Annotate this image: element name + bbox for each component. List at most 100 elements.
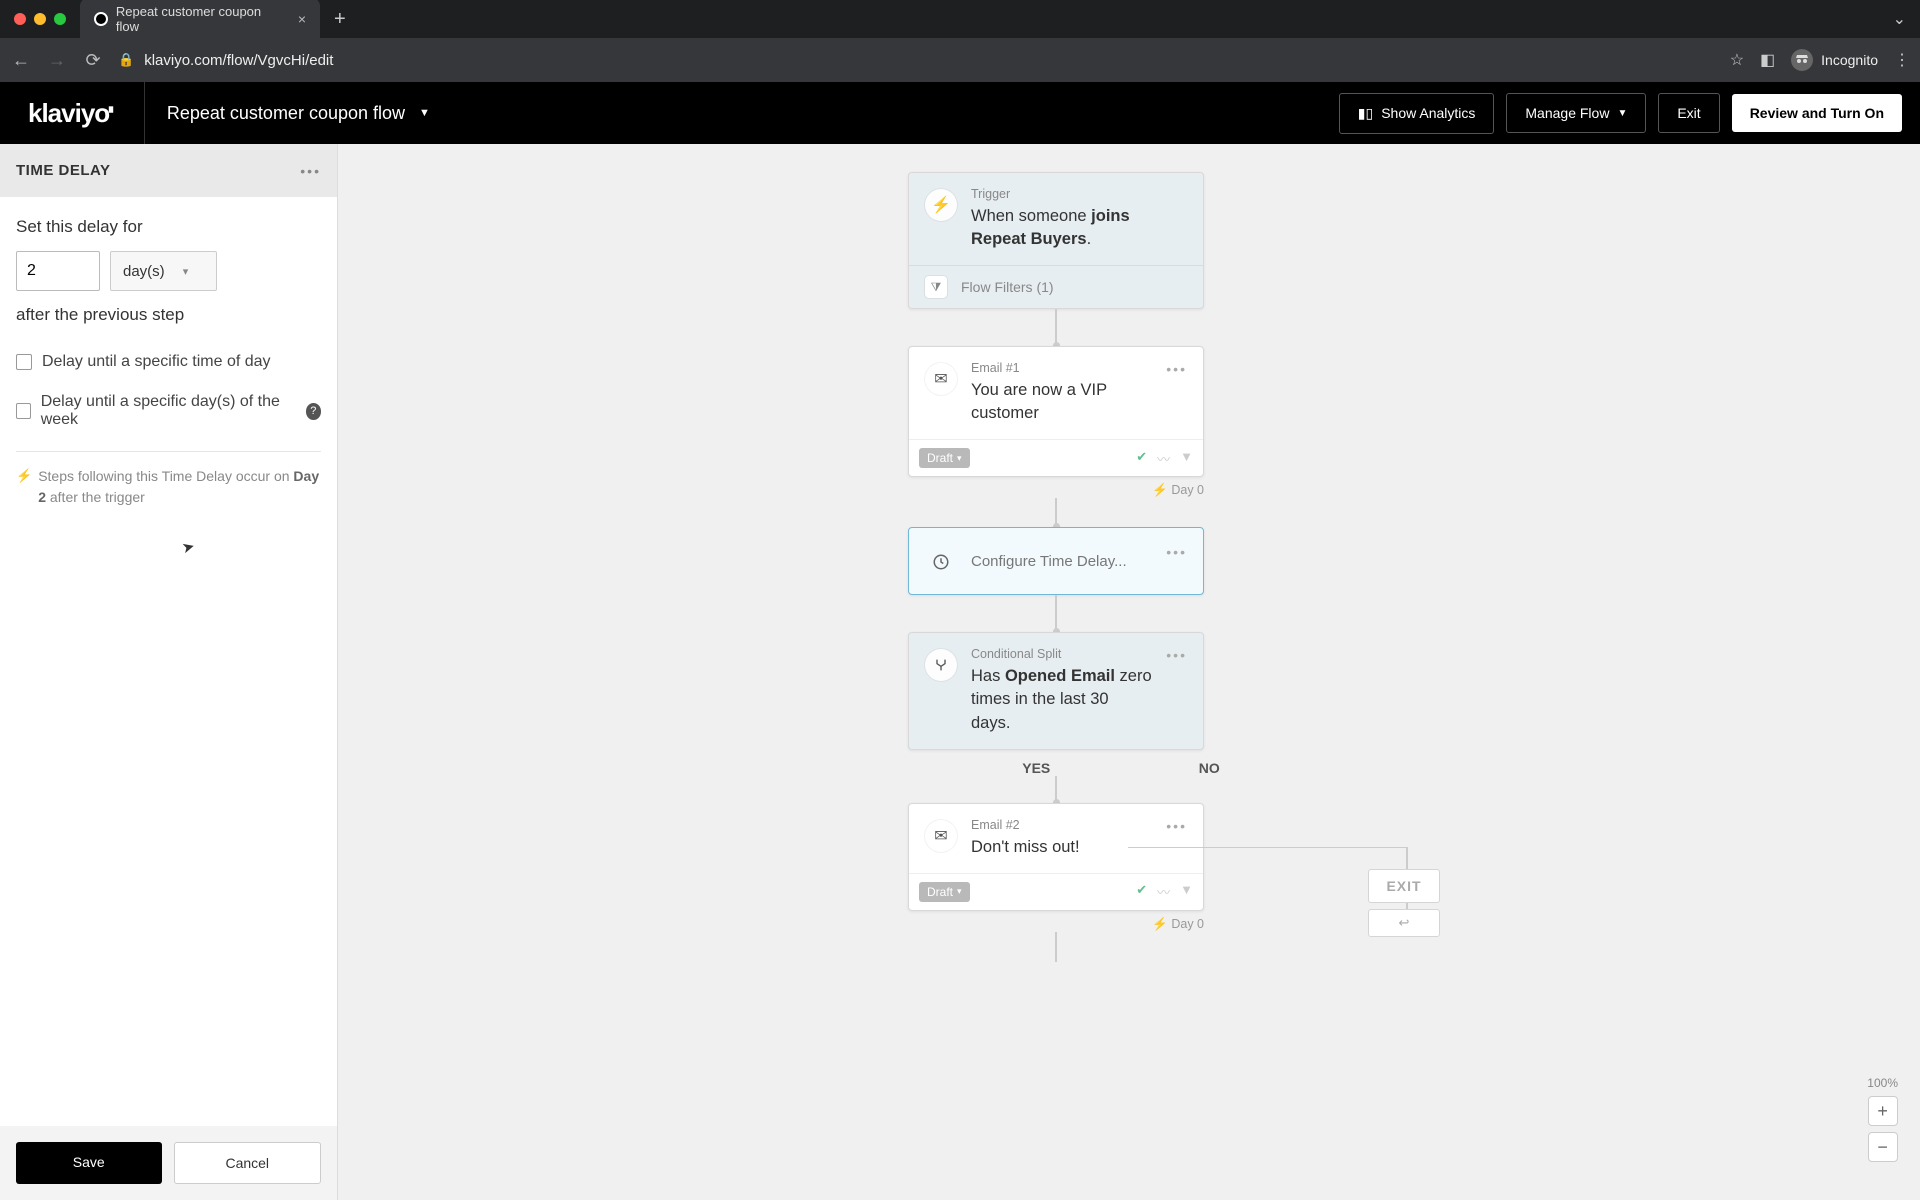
card-menu-icon[interactable]: •••	[1166, 544, 1187, 560]
close-window-icon[interactable]	[14, 13, 26, 25]
address-bar[interactable]: 🔒 klaviyo.com/flow/VgvcHi/edit	[118, 52, 1716, 69]
divider	[16, 451, 321, 452]
delay-unit-label: day(s)	[123, 263, 165, 280]
maximize-window-icon[interactable]	[54, 13, 66, 25]
delay-unit-select[interactable]: day(s)	[110, 251, 217, 291]
filter-icon[interactable]: ▼	[1180, 449, 1193, 468]
delay-label: Set this delay for	[16, 217, 321, 237]
browser-tab[interactable]: Repeat customer coupon flow ×	[80, 0, 320, 40]
delay-time-of-day-option[interactable]: Delay until a specific time of day	[16, 353, 321, 371]
card-label: Email #2	[971, 818, 1152, 832]
save-button[interactable]: Save	[16, 1142, 162, 1184]
manage-flow-button[interactable]: Manage Flow ▼	[1506, 93, 1646, 133]
activity-icon[interactable]: 〰	[1157, 882, 1170, 901]
card-label: Trigger	[971, 187, 1187, 201]
exit-node[interactable]: EXIT ↩	[1368, 869, 1440, 937]
flow-name: Repeat customer coupon flow	[167, 103, 405, 124]
bookmark-icon[interactable]: ☆	[1730, 50, 1744, 70]
zoom-out-button[interactable]: −	[1868, 1132, 1898, 1162]
email-subject: You are now a VIP customer	[971, 379, 1152, 425]
time-delay-card[interactable]: Configure Time Delay... •••	[908, 527, 1204, 595]
zoom-percent: 100%	[1867, 1076, 1898, 1090]
tab-overflow-icon[interactable]: ⌄	[1893, 9, 1920, 29]
trigger-card[interactable]: ⚡ Trigger When someone joins Repeat Buye…	[908, 172, 1204, 309]
activity-icon[interactable]: 〰	[1157, 449, 1170, 468]
email-card-2[interactable]: ✉ Email #2 Don't miss out! ••• Draft ✔ 〰…	[908, 803, 1204, 911]
review-label: Review and Turn On	[1750, 105, 1884, 121]
status-badge[interactable]: Draft	[919, 882, 970, 902]
window-controls	[0, 13, 80, 25]
zoom-in-button[interactable]: +	[1868, 1096, 1898, 1126]
split-condition: Has Opened Email zero times in the last …	[971, 665, 1152, 734]
check-icon[interactable]: ✔	[1136, 882, 1147, 901]
card-mini-icons: ✔ 〰 ▼	[1136, 449, 1193, 468]
bolt-icon: ⚡	[16, 466, 32, 508]
email-card-1[interactable]: ✉ Email #1 You are now a VIP customer ••…	[908, 346, 1204, 477]
conditional-split-card[interactable]: Conditional Split Has Opened Email zero …	[908, 632, 1204, 749]
caret-down-icon: ▼	[419, 107, 430, 119]
back-button[interactable]: ←	[10, 50, 32, 71]
yes-label: YES	[1022, 760, 1050, 776]
browser-menu-icon[interactable]: ⋮	[1894, 50, 1910, 70]
sidebar-title: TIME DELAY	[16, 162, 110, 179]
hint-pre: Steps following this Time Delay occur on	[38, 468, 293, 484]
option-label: Delay until a specific time of day	[42, 353, 271, 371]
incognito-label: Incognito	[1821, 52, 1878, 68]
sidebar-menu-icon[interactable]: •••	[300, 163, 321, 179]
email-icon: ✉	[925, 363, 957, 395]
incognito-badge: Incognito	[1791, 49, 1878, 71]
trigger-text: When someone joins Repeat Buyers.	[971, 205, 1187, 251]
logo[interactable]: klaviyo▘	[0, 82, 145, 144]
browser-toolbar: ← → ⟳ 🔒 klaviyo.com/flow/VgvcHi/edit ☆ ◧…	[0, 38, 1920, 82]
cancel-button[interactable]: Cancel	[174, 1142, 322, 1184]
delay-value-input[interactable]	[16, 251, 100, 291]
day-tag: ⚡ Day 0	[908, 483, 1204, 498]
checkbox-icon[interactable]	[16, 403, 31, 419]
card-label: Email #1	[971, 361, 1152, 375]
reload-button[interactable]: ⟳	[82, 50, 104, 71]
review-turn-on-button[interactable]: Review and Turn On	[1732, 94, 1902, 132]
help-icon[interactable]: ?	[306, 403, 321, 420]
delay-hint: ⚡ Steps following this Time Delay occur …	[16, 466, 321, 508]
forward-button: →	[46, 50, 68, 71]
minimize-window-icon[interactable]	[34, 13, 46, 25]
checkbox-icon[interactable]	[16, 354, 32, 370]
flow-canvas[interactable]: ⚡ Trigger When someone joins Repeat Buye…	[338, 144, 1920, 1200]
day-tag: ⚡ Day 0	[908, 917, 1204, 932]
sidebar-footer: Save Cancel	[0, 1126, 337, 1200]
split-icon	[925, 649, 957, 681]
save-label: Save	[73, 1154, 105, 1170]
email-icon: ✉	[925, 820, 957, 852]
card-label: Conditional Split	[971, 647, 1152, 661]
flow-name-dropdown[interactable]: Repeat customer coupon flow ▼	[145, 103, 452, 124]
tab-title: Repeat customer coupon flow	[116, 4, 286, 34]
chart-icon: ▮▯	[1358, 105, 1373, 122]
delay-card-label: Configure Time Delay...	[971, 553, 1127, 570]
exit-button[interactable]: Exit	[1658, 93, 1719, 133]
caret-down-icon: ▼	[1617, 108, 1627, 119]
check-icon[interactable]: ✔	[1136, 449, 1147, 468]
delay-day-of-week-option[interactable]: Delay until a specific day(s) of the wee…	[16, 393, 321, 429]
incognito-icon	[1791, 49, 1813, 71]
return-icon[interactable]: ↩	[1368, 909, 1440, 937]
card-menu-icon[interactable]: •••	[1166, 647, 1187, 663]
card-menu-icon[interactable]: •••	[1166, 818, 1187, 834]
exit-label: EXIT	[1368, 869, 1440, 903]
filter-icon[interactable]: ▼	[1180, 882, 1193, 901]
zoom-controls: 100% + −	[1867, 1076, 1898, 1162]
extensions-icon[interactable]: ◧	[1760, 50, 1775, 70]
status-badge[interactable]: Draft	[919, 448, 970, 468]
card-menu-icon[interactable]: •••	[1166, 361, 1187, 377]
browser-tab-strip: Repeat customer coupon flow × + ⌄	[0, 0, 1920, 38]
option-label: Delay until a specific day(s) of the wee…	[41, 393, 296, 429]
sidebar-panel: TIME DELAY ••• Set this delay for day(s)…	[0, 144, 338, 1200]
tab-close-icon[interactable]: ×	[298, 12, 306, 26]
split-branch-labels: YES NO	[908, 760, 1204, 776]
bolt-icon: ⚡	[925, 189, 957, 221]
clock-icon	[925, 546, 957, 578]
flow-filters-row[interactable]: ⧩ Flow Filters (1)	[909, 265, 1203, 308]
show-analytics-button[interactable]: ▮▯ Show Analytics	[1339, 93, 1495, 134]
new-tab-button[interactable]: +	[320, 8, 360, 31]
cursor-icon: ➤	[180, 537, 197, 558]
after-step-label: after the previous step	[16, 305, 321, 325]
